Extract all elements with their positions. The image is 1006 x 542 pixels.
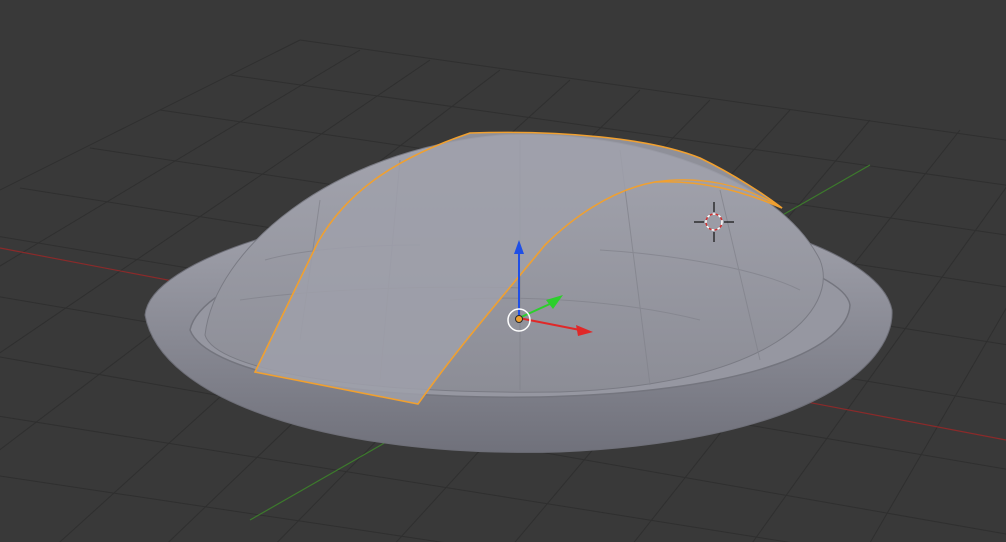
3d-viewport[interactable] xyxy=(0,0,1006,542)
object-origin-icon xyxy=(515,315,523,323)
